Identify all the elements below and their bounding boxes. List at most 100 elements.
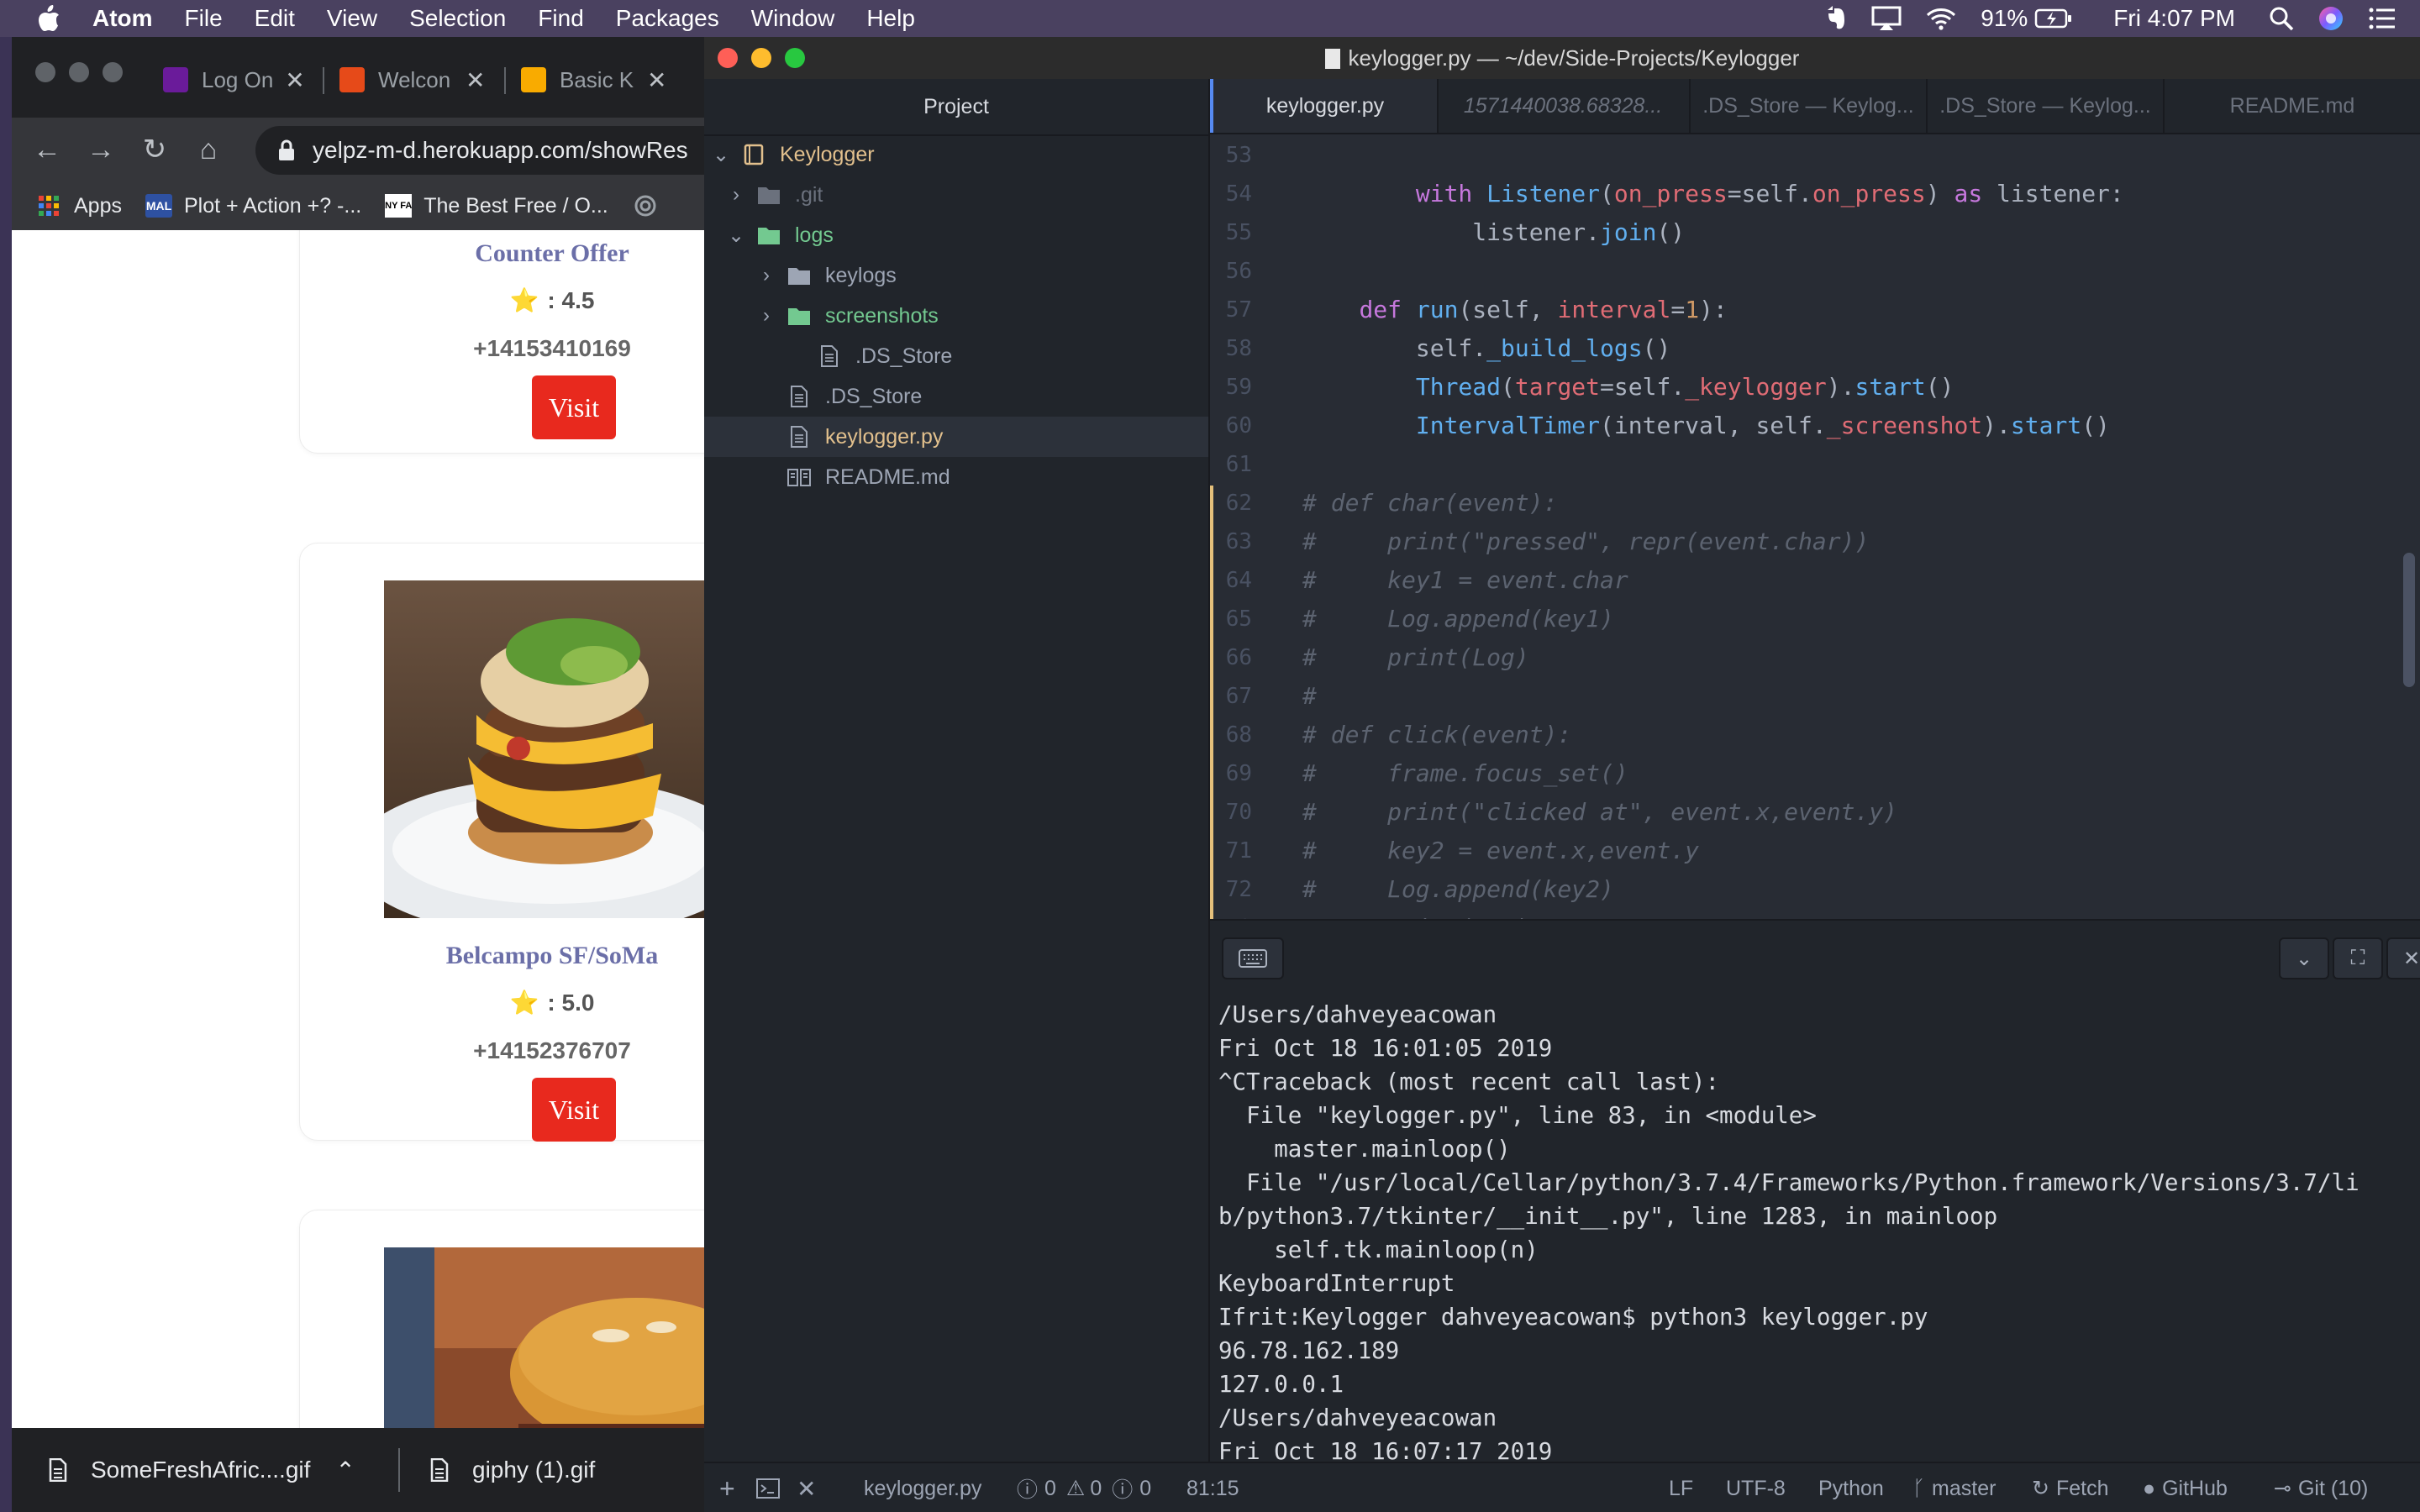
url-text[interactable]: yelpz-m-d.herokuapp.com/showRes [313, 137, 688, 164]
close-tab-icon[interactable]: ✕ [466, 66, 485, 94]
file-encoding[interactable]: UTF-8 [1726, 1463, 1786, 1512]
code-token: # Log.append(key1) [1302, 605, 1614, 633]
tree-item[interactable]: ⌄ logs [704, 215, 1208, 255]
git-branch[interactable]: ᚴ master [1912, 1463, 1996, 1512]
tree-item-label: keylogs [825, 263, 897, 287]
tab-title: Basic K [560, 66, 634, 92]
project-panel-header[interactable]: Project [704, 79, 1208, 136]
tree-root-keylogger[interactable]: ⌄ Keylogger [704, 134, 1208, 175]
tree-item[interactable]: › keylogs [704, 255, 1208, 296]
restaurant-name[interactable]: Belcampo SF/SoMa [300, 942, 751, 970]
apple-menu-icon[interactable] [30, 3, 67, 34]
rating-value: : 4.5 [547, 287, 595, 313]
chevron-down-icon[interactable]: ⌄ [2279, 937, 2329, 979]
close-icon[interactable]: ✕ [2386, 937, 2420, 979]
restaurant-name[interactable]: Counter Offer [300, 239, 751, 268]
chevron-right-icon[interactable]: › [758, 264, 775, 287]
bookmark-apps[interactable]: Apps [35, 194, 122, 218]
tree-item[interactable]: › .git [704, 175, 1208, 215]
download-item[interactable]: SomeFreshAfric....gif ⌃ [49, 1428, 355, 1512]
menu-help[interactable]: Help [866, 5, 915, 32]
chevron-down-icon[interactable]: ⌄ [713, 143, 729, 167]
tree-item[interactable]: keylogger.py [704, 417, 1208, 457]
cursor-position[interactable]: 81:15 [1186, 1463, 1239, 1512]
menu-packages[interactable]: Packages [616, 5, 719, 32]
window-title: keylogger.py — ~/dev/Side-Projects/Keylo… [704, 37, 2420, 79]
tab-readme[interactable]: README.md [2165, 79, 2420, 133]
chrome-tab[interactable]: Log On ✕ [163, 59, 323, 101]
grammar-selector[interactable]: Python [1818, 1463, 1884, 1512]
visit-button[interactable]: Visit [532, 1078, 616, 1142]
wifi-icon[interactable] [1925, 7, 1957, 30]
diagnostics-counter[interactable]: ⓘ 0 ⚠ 0 ⓘ 0 [1017, 1463, 1151, 1512]
home-icon[interactable]: ⌂ [192, 133, 225, 166]
code-editor[interactable]: 53 54 with Listener(on_press=self.on_pres… [1210, 133, 2420, 919]
menu-app-atom[interactable]: Atom [92, 5, 153, 32]
zoom-window-button[interactable] [103, 62, 123, 82]
code-token: ). [1982, 412, 2011, 439]
menu-find[interactable]: Find [538, 5, 583, 32]
git-fetch-button[interactable]: ↻ Fetch [2032, 1463, 2108, 1512]
tab-ds-store-2[interactable]: .DS_Store — Keylog... [1928, 79, 2165, 133]
terminal-line: File "/usr/local/Cellar/python/3.7.4/Fra… [1218, 1169, 2360, 1196]
terminal-output[interactable]: /Users/dahveyeacowan Fri Oct 18 16:01:05 … [1218, 998, 2412, 1468]
tab-ds-store-1[interactable]: .DS_Store — Keylog... [1691, 79, 1928, 133]
chrome-tab[interactable]: Welcon ✕ [339, 59, 499, 101]
close-icon[interactable]: ✕ [797, 1463, 816, 1512]
chrome-window: Log On ✕ Welcon ✕ Basic K ✕ ← → ↻ ⌂ yelp… [12, 37, 751, 1512]
book-icon [787, 469, 811, 486]
git-panel-button[interactable]: ⊸ Git (10) [2274, 1463, 2368, 1512]
siri-icon[interactable] [2317, 5, 2344, 32]
line-ending[interactable]: LF [1669, 1463, 1693, 1512]
tab-title: Log On [202, 66, 274, 92]
chevron-up-icon[interactable]: ⌃ [335, 1457, 355, 1484]
download-item[interactable]: giphy (1).gif [430, 1428, 595, 1512]
keyboard-icon[interactable] [1222, 937, 1284, 979]
reload-icon[interactable]: ↻ [138, 133, 171, 166]
tree-item[interactable]: README.md [704, 457, 1208, 497]
terminal-icon[interactable] [756, 1463, 780, 1512]
close-window-button[interactable] [35, 62, 55, 82]
chrome-tab[interactable]: Basic K ✕ [521, 59, 689, 101]
menu-edit[interactable]: Edit [255, 5, 295, 32]
close-tab-icon[interactable]: ✕ [647, 66, 666, 94]
terminal-line: ^CTraceback (most recent call last): [1218, 1068, 1720, 1095]
menu-file[interactable]: File [185, 5, 223, 32]
download-filename: giphy (1).gif [472, 1457, 596, 1483]
info-icon: ⓘ [1112, 1478, 1134, 1502]
chevron-right-icon[interactable]: › [728, 183, 744, 207]
code-token: # def char(event): [1302, 489, 1558, 517]
bookmark-more[interactable] [632, 194, 671, 218]
menu-window[interactable]: Window [751, 5, 835, 32]
airplay-icon[interactable] [1871, 6, 1902, 31]
bookmark-best-free[interactable]: NY FA The Best Free / O... [385, 194, 608, 218]
tab-keylogger-py[interactable]: keylogger.py [1210, 79, 1439, 133]
menu-clock[interactable]: Fri 4:07 PM [2113, 5, 2235, 32]
tree-item[interactable]: .DS_Store [704, 376, 1208, 417]
tree-item[interactable]: .DS_Store [704, 336, 1208, 376]
maximize-icon[interactable]: ⛶ [2333, 937, 2383, 979]
menu-selection[interactable]: Selection [409, 5, 506, 32]
add-icon[interactable]: + [719, 1463, 735, 1512]
tab-screenshot-file[interactable]: 1571440038.68328... [1437, 79, 1691, 133]
battery-icon[interactable] [2034, 8, 2073, 29]
chevron-down-icon[interactable]: ⌄ [728, 223, 744, 248]
terminal-toolbar: ⌄ ⛶ ✕ [1210, 921, 2420, 995]
notification-center-icon[interactable] [2368, 7, 2396, 30]
menu-view[interactable]: View [327, 5, 377, 32]
github-panel-button[interactable]: ● GitHub [2143, 1463, 2228, 1512]
back-arrow-icon[interactable]: ← [30, 133, 64, 166]
visit-button[interactable]: Visit [532, 375, 616, 439]
forward-arrow-icon[interactable]: → [84, 133, 118, 166]
repo-icon [744, 144, 764, 165]
minimize-window-button[interactable] [69, 62, 89, 82]
spotlight-search-icon[interactable] [2269, 6, 2294, 31]
status-file-name[interactable]: keylogger.py [864, 1463, 981, 1512]
line-number: 71 [1225, 838, 1252, 864]
address-bar[interactable]: yelpz-m-d.herokuapp.com/showRes [255, 126, 751, 175]
bookmark-plot-action[interactable]: MAL Plot + Action +? -... [145, 194, 361, 218]
chevron-right-icon[interactable]: › [758, 304, 775, 328]
close-tab-icon[interactable]: ✕ [285, 66, 304, 94]
evernote-icon[interactable] [1823, 5, 1848, 32]
tree-item[interactable]: › screenshots [704, 296, 1208, 336]
